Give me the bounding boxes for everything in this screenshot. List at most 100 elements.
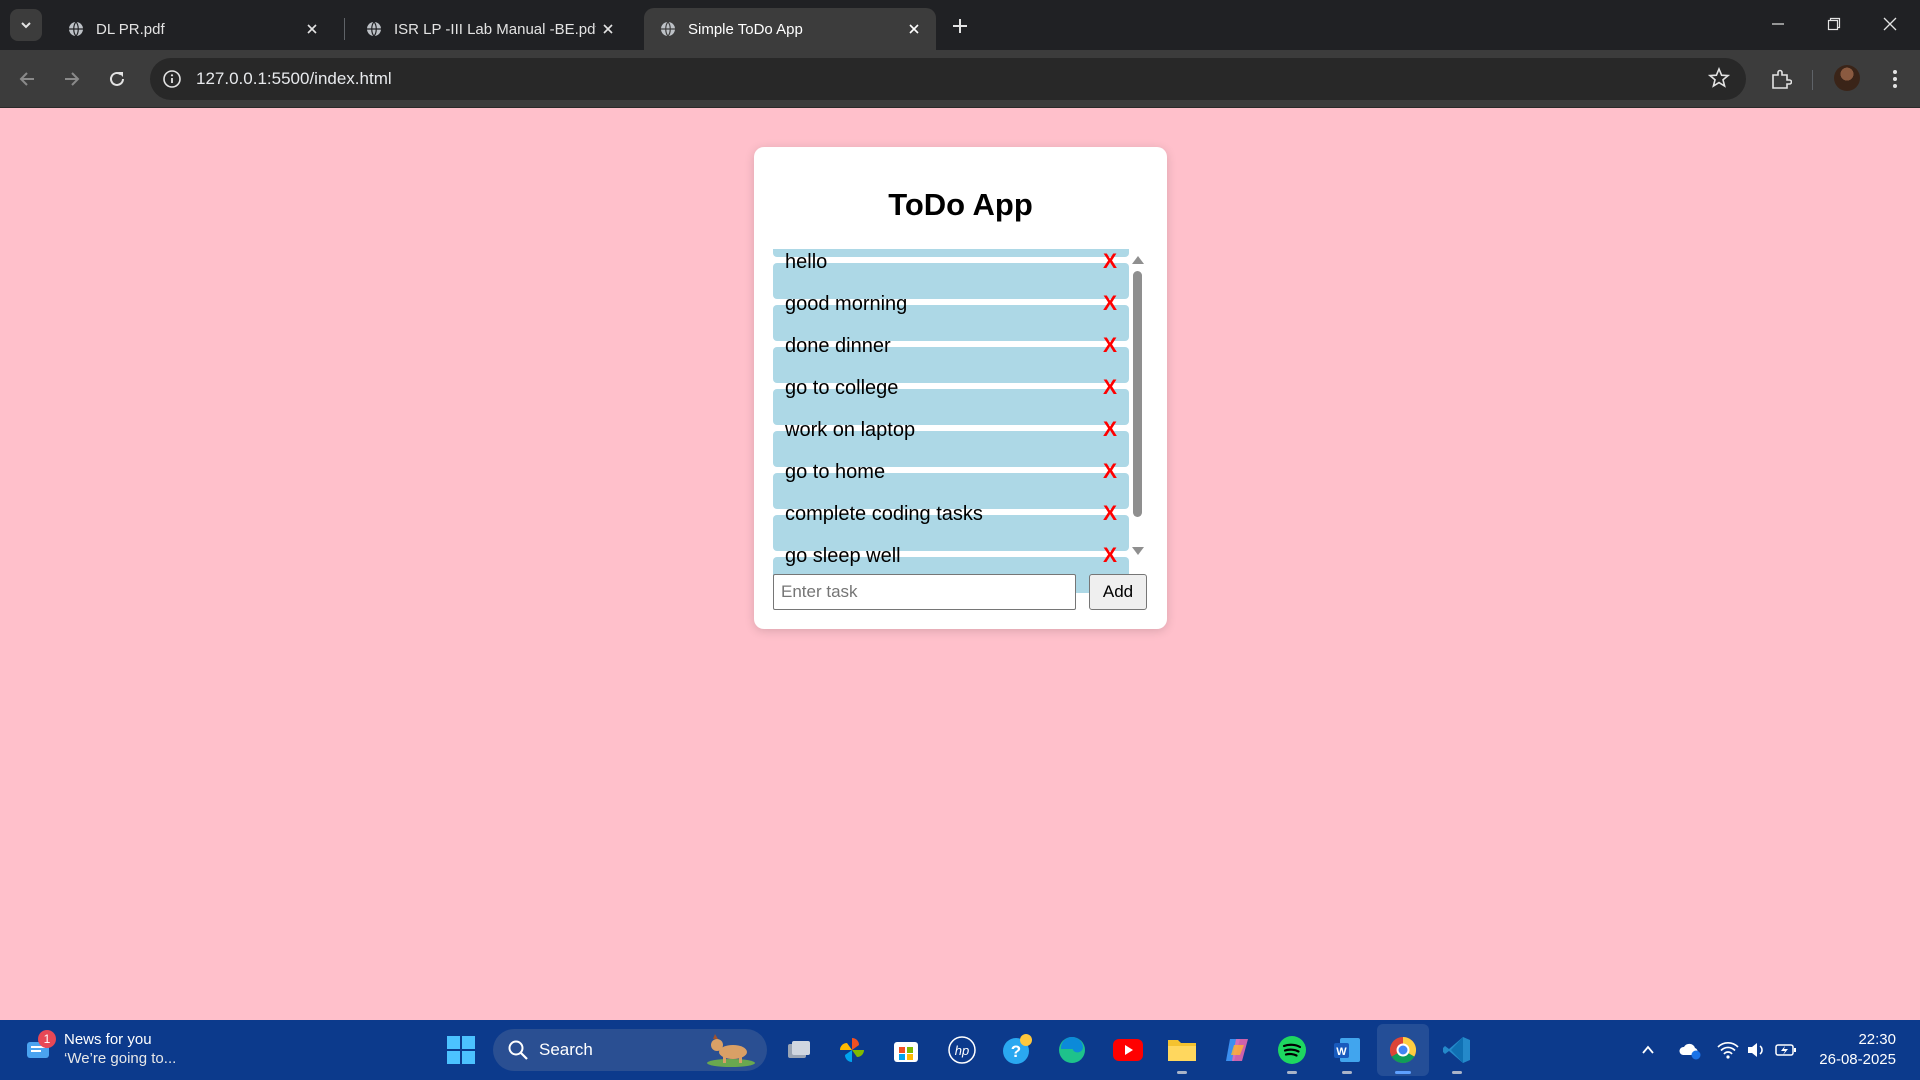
minimize-button[interactable]	[1750, 0, 1806, 48]
task-text: go sleep well	[785, 545, 901, 567]
running-indicator	[1452, 1071, 1462, 1074]
tab-title: DL PR.pdf	[96, 20, 165, 38]
svg-text:?: ?	[1011, 1042, 1021, 1061]
file-explorer-icon[interactable]	[1162, 1030, 1202, 1074]
toolbar-divider	[1812, 70, 1813, 90]
clock-time: 22:30	[1858, 1031, 1896, 1048]
search-label: Search	[539, 1040, 593, 1059]
chevron-up-icon[interactable]	[1636, 1038, 1660, 1062]
restore-button[interactable]	[1806, 0, 1862, 48]
copilot-icon[interactable]	[1217, 1030, 1257, 1070]
browser-menu-button[interactable]	[1880, 64, 1910, 94]
task-text: go to home	[785, 461, 886, 483]
delete-task-button[interactable]: X	[1103, 250, 1117, 274]
onedrive-icon[interactable]	[1678, 1038, 1702, 1062]
tab-search-button[interactable]	[10, 9, 42, 41]
delete-task-button[interactable]: X	[1103, 418, 1117, 442]
tab-title: Simple ToDo App	[688, 20, 803, 38]
delete-task-button[interactable]: X	[1103, 544, 1117, 568]
arrow-left-icon	[19, 72, 34, 86]
close-window-button[interactable]	[1862, 0, 1918, 48]
help-icon[interactable]: ?	[997, 1030, 1037, 1070]
volume-icon[interactable]	[1744, 1038, 1768, 1062]
task-text: complete coding tasks	[785, 503, 983, 525]
windows-start-icon[interactable]	[441, 1030, 481, 1070]
system-clock[interactable]: 22:30 26-08-2025	[1819, 1030, 1896, 1070]
windows-taskbar: 1 News for you ‘We’re going to... Search…	[0, 1020, 1920, 1080]
task-list-scrollbar[interactable]	[1130, 252, 1146, 557]
task-text: done dinner	[785, 335, 891, 357]
close-icon	[1883, 17, 1897, 31]
tab-title: ISR LP -III Lab Manual -BE.pdf	[394, 20, 596, 38]
svg-text:W: W	[1336, 1046, 1347, 1058]
notification-badge: 1	[38, 1030, 56, 1048]
search-highlight-dog-icon	[707, 1034, 755, 1067]
back-button[interactable]	[10, 62, 44, 96]
puzzle-icon	[1772, 69, 1792, 89]
tab-simple-todo-app[interactable]: Simple ToDo App	[644, 8, 936, 50]
minimize-icon	[1772, 23, 1784, 25]
delete-task-button[interactable]: X	[1103, 334, 1117, 358]
tab-dl-pr[interactable]: DL PR.pdf	[52, 8, 334, 50]
scrollbar-thumb[interactable]	[1133, 271, 1142, 517]
hp-icon[interactable]: hp	[942, 1030, 982, 1070]
task-list-viewport: hello Xgood morning Xdone dinner Xgo to col…	[773, 249, 1130, 704]
profile-avatar[interactable]	[1834, 65, 1860, 91]
tab-close-icon[interactable]	[596, 17, 620, 41]
tab-divider	[344, 18, 345, 40]
wifi-icon[interactable]	[1716, 1038, 1740, 1062]
photos-icon[interactable]	[832, 1030, 872, 1070]
restore-icon	[1827, 17, 1841, 31]
tab-close-icon[interactable]	[300, 17, 324, 41]
app-title: ToDo App	[888, 187, 1033, 222]
edge-icon[interactable]	[1052, 1030, 1092, 1070]
tab-isr-lab-manual[interactable]: ISR LP -III Lab Manual -BE.pdf	[350, 8, 630, 50]
svg-text:hp: hp	[955, 1043, 969, 1058]
delete-task-button[interactable]: X	[1103, 460, 1117, 484]
delete-task-button[interactable]: X	[1103, 502, 1117, 526]
globe-icon	[660, 21, 676, 37]
search-icon	[507, 1039, 529, 1061]
task-text: good morning	[785, 293, 908, 315]
chrome-icon[interactable]	[1383, 1030, 1423, 1074]
delete-task-button[interactable]: X	[1103, 376, 1117, 400]
running-indicator	[1287, 1071, 1297, 1074]
task-list: hello Xgood morning Xdone dinner Xgo to col…	[773, 249, 1129, 599]
url-text: 127.0.0.1:5500/index.html	[196, 69, 392, 88]
news-widget[interactable]: 1 News for you ‘We’re going to...	[24, 1030, 176, 1068]
reload-icon	[110, 71, 124, 86]
store-icon[interactable]	[886, 1030, 926, 1070]
youtube-icon[interactable]	[1108, 1030, 1148, 1070]
reload-button[interactable]	[100, 62, 134, 96]
kebab-menu-icon	[1893, 70, 1897, 88]
globe-icon	[68, 21, 84, 37]
globe-icon	[366, 21, 382, 37]
scroll-up-arrow-icon[interactable]	[1132, 256, 1144, 264]
running-indicator	[1395, 1071, 1411, 1074]
word-icon[interactable]: W	[1327, 1030, 1367, 1074]
address-bar[interactable]: 127.0.0.1:5500/index.html	[150, 58, 1746, 100]
new-tab-button[interactable]	[946, 12, 974, 40]
extensions-button[interactable]	[1766, 64, 1796, 94]
taskbar-search[interactable]: Search	[493, 1029, 767, 1071]
task-input[interactable]	[773, 574, 1076, 610]
running-indicator	[1342, 1071, 1352, 1074]
task-view-icon[interactable]	[778, 1030, 818, 1070]
delete-task-button[interactable]: X	[1103, 292, 1117, 316]
news-icon: 1	[24, 1030, 56, 1064]
bookmark-star-icon[interactable]	[1708, 67, 1732, 91]
news-subtitle: ‘We’re going to...	[64, 1050, 177, 1067]
tab-close-icon[interactable]	[902, 17, 926, 41]
spotify-icon[interactable]	[1272, 1030, 1312, 1074]
running-indicator	[1177, 1071, 1187, 1074]
scroll-down-arrow-icon[interactable]	[1132, 547, 1144, 555]
browser-tab-bar: DL PR.pdf ISR LP -III Lab Manual -BE.pdf…	[0, 0, 1920, 50]
site-info-icon[interactable]	[162, 69, 182, 89]
todo-card: ToDo App hello Xgood morning Xdone dinner X…	[754, 147, 1167, 629]
plus-icon	[953, 19, 967, 33]
add-task-button[interactable]: Add	[1089, 574, 1147, 610]
battery-icon[interactable]	[1774, 1038, 1798, 1062]
vscode-icon[interactable]	[1437, 1030, 1477, 1074]
forward-button[interactable]	[55, 62, 89, 96]
task-text: go to college	[785, 377, 899, 399]
